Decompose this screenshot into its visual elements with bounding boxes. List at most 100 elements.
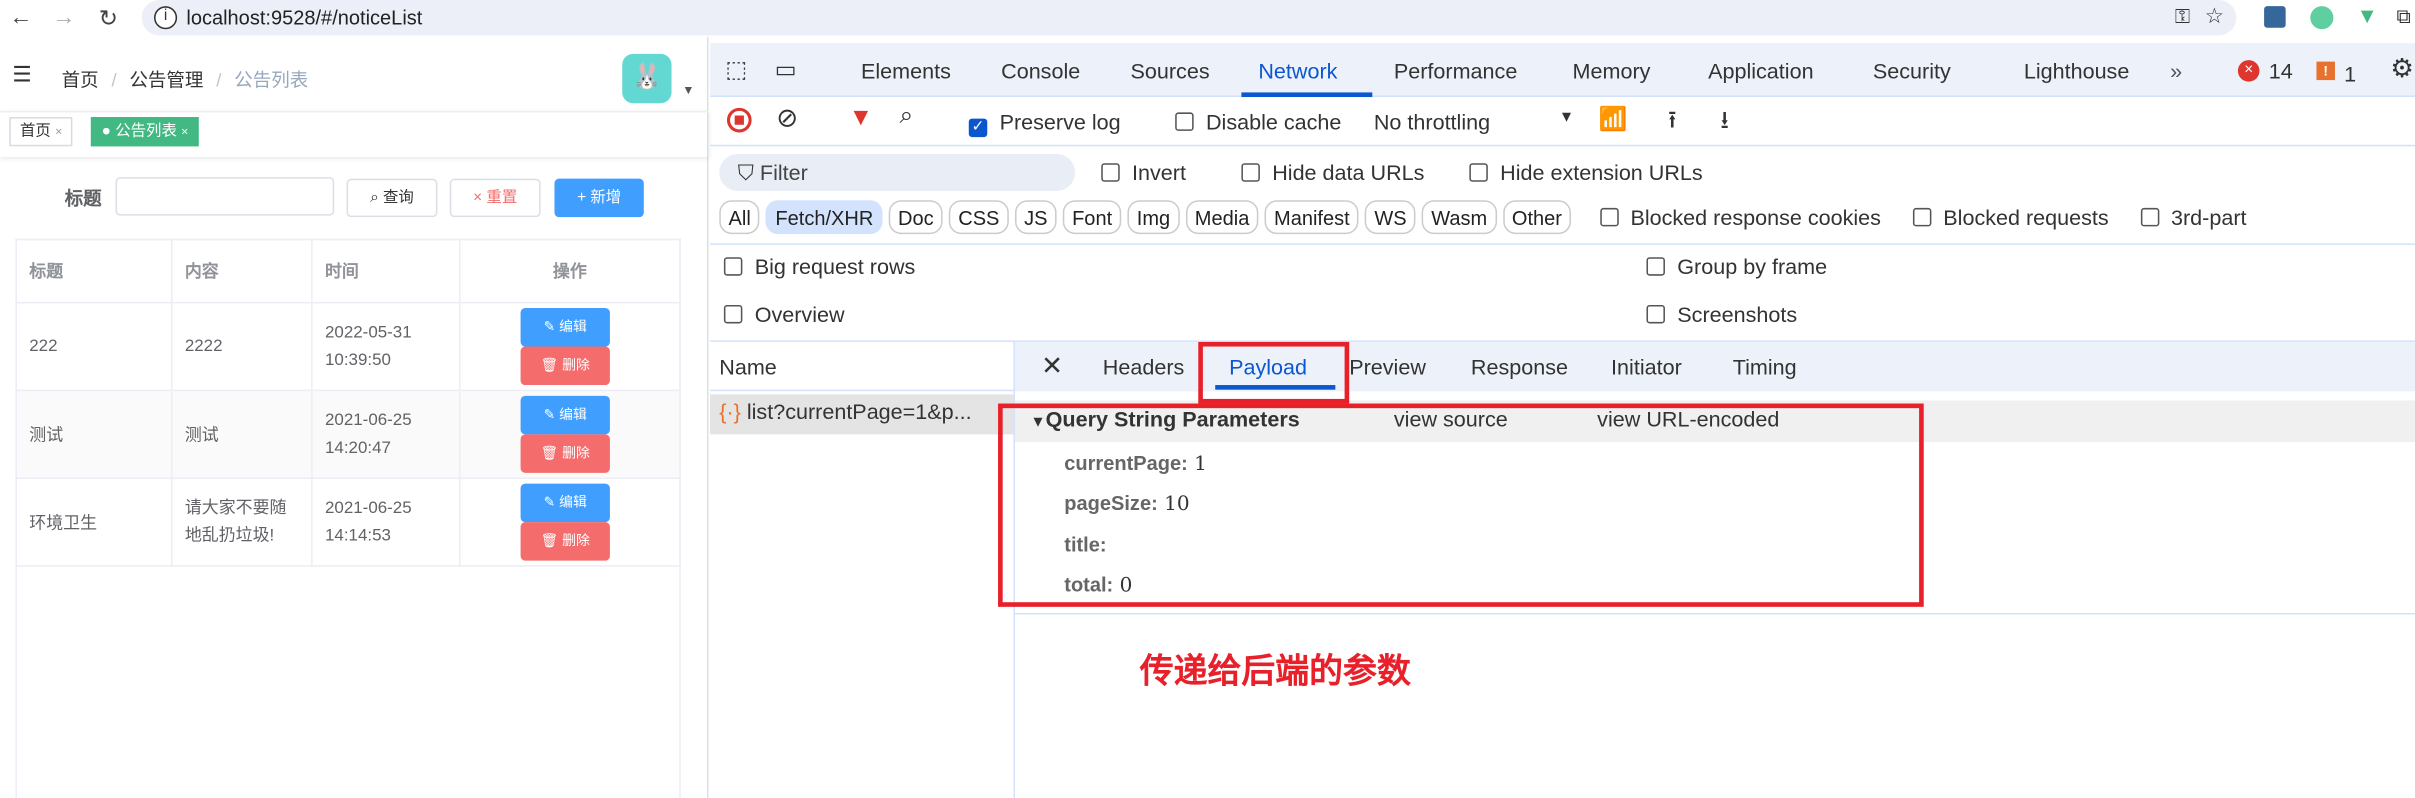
filter-funnel-icon[interactable]: ▼ xyxy=(849,105,873,133)
type-manifest[interactable]: Manifest xyxy=(1264,200,1359,235)
back-icon[interactable]: ← xyxy=(9,5,32,31)
cell-content: 测试 xyxy=(170,389,313,480)
col-time: 时间 xyxy=(311,238,461,304)
delete-button[interactable]: 🗑 删除 xyxy=(520,522,610,561)
edit-button[interactable]: ✎ 编辑 xyxy=(520,308,610,347)
type-all[interactable]: All xyxy=(719,200,761,235)
request-row[interactable]: {·} list?currentPage=1&p... xyxy=(710,394,1014,435)
reset-button[interactable]: × 重置 xyxy=(449,178,541,218)
address-bar[interactable]: i localhost:9528/#/noticeList ⚿ ☆ xyxy=(141,0,2237,36)
type-js[interactable]: JS xyxy=(1014,200,1057,235)
clear-icon[interactable]: ⊘ xyxy=(776,103,798,134)
tab-security[interactable]: Security xyxy=(1873,59,1951,84)
breadcrumb: 首页 / 公告管理 / 公告列表 xyxy=(61,69,309,91)
forward-icon[interactable]: → xyxy=(52,5,75,31)
search-icon[interactable]: ⌕ xyxy=(899,103,913,131)
download-extension-icon[interactable] xyxy=(2264,6,2286,28)
type-wasm[interactable]: Wasm xyxy=(1422,200,1497,235)
filter-input[interactable]: ⛉ Filter xyxy=(719,154,1076,191)
group-by-frame-checkbox[interactable]: Group by frame xyxy=(1646,254,1827,279)
type-font[interactable]: Font xyxy=(1062,200,1122,235)
breadcrumb-home[interactable]: 首页 xyxy=(62,69,99,91)
query-button[interactable]: ⌕ 查询 xyxy=(346,178,438,218)
chevron-down-icon[interactable]: ▼ xyxy=(682,83,694,97)
throttling-select[interactable]: No throttling ▼ xyxy=(1374,109,1574,134)
big-request-rows-checkbox[interactable]: Big request rows xyxy=(723,254,915,279)
edit-button[interactable]: ✎ 编辑 xyxy=(520,483,610,523)
title-input[interactable] xyxy=(115,177,335,216)
tag-home[interactable]: 首页 × xyxy=(9,117,74,147)
delete-button[interactable]: 🗑 删除 xyxy=(520,346,610,386)
site-info-icon[interactable]: i xyxy=(154,6,178,30)
overview-checkbox[interactable]: Overview xyxy=(723,302,845,327)
invert-checkbox[interactable]: Invert xyxy=(1101,160,1186,185)
tab-response[interactable]: Response xyxy=(1471,354,1568,379)
star-icon[interactable]: ☆ xyxy=(2205,3,2224,29)
device-toolbar-icon[interactable]: ▭ xyxy=(775,55,797,83)
cell-time: 2021-06-25 14:20:47 xyxy=(311,389,461,480)
table-row: 222 2222 2022-05-31 10:39:50 ✎ 编辑🗑 删除 xyxy=(15,301,681,392)
tab-lighthouse[interactable]: Lighthouse xyxy=(2024,59,2130,84)
close-icon[interactable]: ✕ xyxy=(1041,351,1063,382)
type-fetch-xhr[interactable]: Fetch/XHR xyxy=(766,200,883,235)
type-doc[interactable]: Doc xyxy=(888,200,943,235)
filter-icon: ⛉ xyxy=(737,160,754,185)
col-content: 内容 xyxy=(170,238,313,304)
tab-network[interactable]: Network xyxy=(1258,59,1337,84)
avatar[interactable]: 🐰 xyxy=(622,53,672,104)
type-ws[interactable]: WS xyxy=(1365,200,1416,235)
blocked-cookies-checkbox[interactable]: Blocked response cookies xyxy=(1599,205,1881,229)
name-column-header[interactable]: Name xyxy=(719,354,777,379)
app-panel: ☰ 首页 / 公告管理 / 公告列表 🐰 ▼ 首页 × ● 公告列表 × 标题 … xyxy=(0,36,709,798)
tab-console[interactable]: Console xyxy=(1001,59,1080,84)
hamburger-icon[interactable]: ☰ xyxy=(12,62,31,88)
devtools-panel: ⬚ ▭ Elements Console Sources Network Per… xyxy=(710,43,2415,798)
error-icon[interactable]: × xyxy=(2237,60,2260,82)
cell-content: 2222 xyxy=(170,301,313,392)
warning-icon[interactable]: ! xyxy=(2316,61,2335,81)
warning-count[interactable]: 1 xyxy=(2344,62,2356,87)
import-har-icon[interactable]: ⭱ xyxy=(1668,103,1677,145)
type-css[interactable]: CSS xyxy=(949,200,1009,235)
record-stop-icon[interactable] xyxy=(726,107,752,133)
url-text: localhost:9528/#/noticeList xyxy=(186,6,423,30)
inspect-element-icon[interactable]: ⬚ xyxy=(725,55,747,83)
breadcrumb-current: 公告列表 xyxy=(234,69,309,91)
network-conditions-icon[interactable]: 📶 xyxy=(1599,105,1628,132)
tab-preview[interactable]: Preview xyxy=(1349,354,1426,379)
export-har-icon[interactable]: ⭳ xyxy=(1720,103,1729,145)
type-other[interactable]: Other xyxy=(1502,200,1572,235)
disable-cache-checkbox[interactable]: Disable cache xyxy=(1175,109,1341,134)
tab-memory[interactable]: Memory xyxy=(1573,59,1651,84)
reload-icon[interactable]: ↻ xyxy=(99,5,118,33)
error-count[interactable]: 14 xyxy=(2269,59,2293,84)
tab-timing[interactable]: Timing xyxy=(1733,354,1797,379)
plus-icon: + xyxy=(577,189,587,207)
vue-devtools-icon[interactable]: ▼ xyxy=(2357,3,2378,28)
tab-initiator[interactable]: Initiator xyxy=(1611,354,1682,379)
preserve-log-checkbox[interactable]: ✓ Preserve log xyxy=(968,109,1121,138)
devtools-tabbar: ⬚ ▭ Elements Console Sources Network Per… xyxy=(710,43,2415,98)
tab-application[interactable]: Application xyxy=(1708,59,1814,84)
key-icon[interactable]: ⚿ xyxy=(2175,5,2190,30)
tag-notice-list[interactable]: ● 公告列表 × xyxy=(90,117,200,147)
screenshots-checkbox[interactable]: Screenshots xyxy=(1646,302,1797,327)
delete-button[interactable]: 🗑 删除 xyxy=(520,434,610,473)
type-media[interactable]: Media xyxy=(1185,200,1259,235)
tab-performance[interactable]: Performance xyxy=(1394,59,1517,84)
tab-sources[interactable]: Sources xyxy=(1131,59,1210,84)
settings-gear-icon[interactable]: ⚙ xyxy=(2390,54,2413,85)
tab-headers[interactable]: Headers xyxy=(1103,354,1185,379)
breadcrumb-notice-mgmt[interactable]: 公告管理 xyxy=(129,69,203,91)
edit-button[interactable]: ✎ 编辑 xyxy=(520,395,610,435)
tab-elements[interactable]: Elements xyxy=(861,59,951,84)
extension-icon[interactable] xyxy=(2310,6,2334,30)
more-tabs-icon[interactable]: » xyxy=(2170,59,2182,84)
extensions-puzzle-icon[interactable]: ⧉ xyxy=(2397,5,2411,30)
type-img[interactable]: Img xyxy=(1127,200,1180,235)
hide-data-urls-checkbox[interactable]: Hide data URLs xyxy=(1241,160,1424,185)
blocked-requests-checkbox[interactable]: Blocked requests xyxy=(1912,205,2109,229)
hide-extension-urls-checkbox[interactable]: Hide extension URLs xyxy=(1469,160,1703,185)
add-button[interactable]: + 新增 xyxy=(554,178,644,218)
third-party-checkbox[interactable]: 3rd-part xyxy=(2140,205,2247,229)
